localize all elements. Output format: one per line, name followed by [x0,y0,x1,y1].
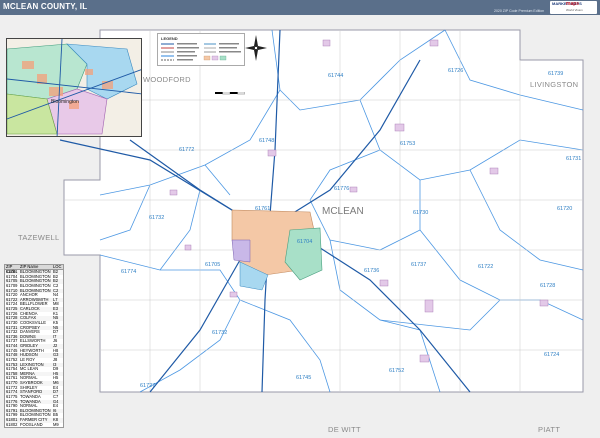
brand-logo: MARKET MAPS maps World Vision [550,1,597,14]
inset-map[interactable]: Bloomington [6,38,142,137]
zip-61705-area [231,239,251,263]
zip-label-61748[interactable]: 61748 [259,138,274,144]
zip-name-cell: FOOSLAND [20,422,43,427]
zip-label-61731[interactable]: 61731 [566,156,581,162]
zip-label-61737[interactable]: 61737 [411,262,426,268]
county-tazewell: TAZEWELL [18,233,59,242]
zip-label-61776[interactable]: 61776 [334,186,349,192]
title-bar: MCLEAN COUNTY, IL 2020 ZIP Code Premium … [0,0,600,15]
zip-label-61753[interactable]: 61753 [400,141,415,147]
header-name: ZIP Name [20,265,39,269]
map-title: MCLEAN COUNTY, IL [3,2,88,11]
zip-label-61744[interactable]: 61744 [328,73,343,79]
inset-canvas: Bloomington [7,39,141,136]
zip-code-cell: 61802 [6,421,18,427]
table-row[interactable]: 61802 FOOSLAND M9 [5,421,63,428]
zip-label-61736[interactable]: 61736 [364,268,379,274]
logo-line3: World Vision [566,8,583,12]
map-area[interactable]: WOODFORD LIVINGSTON TAZEWELL DE WITT PIA… [0,15,600,438]
zip-label-61704[interactable]: 61704 [297,239,312,245]
zip-label-61720[interactable]: 61720 [557,206,572,212]
scale-bar [215,82,246,95]
logo-line2: maps [566,1,580,7]
zip-label-61761[interactable]: 61761 [255,206,270,212]
zip-label-61705[interactable]: 61705 [205,262,220,268]
zip-label-61724[interactable]: 61724 [544,352,559,358]
zip-table-rows: 61701 BLOOMINGTON B2 61704 BLOOMINGTON B2 6170… [5,269,63,428]
legend-title: LEGEND [161,36,178,41]
zip-label-61732[interactable]: 61732 [149,215,164,221]
county-de-witt: DE WITT [328,425,361,434]
zip-code-index-table: ZIP Code ZIP Name LOC 61701 BLOOMINGTON B2… [4,264,64,429]
edition-label: 2020 ZIP Code Premium Edition [494,9,545,13]
zip-label-61774[interactable]: 61774 [121,269,136,275]
zip-label-61745[interactable]: 61745 [296,375,311,381]
zip-label-61730[interactable]: 61730 [413,210,428,216]
zip-label-61739[interactable]: 61739 [548,71,563,77]
inset-city-label: Bloomington [51,99,79,105]
county-woodford: WOODFORD [143,75,191,84]
compass-rose-icon [245,35,267,61]
zip-label-61726[interactable]: 61726 [448,68,463,74]
county-livingston: LIVINGSTON [530,80,578,89]
zip-label-61732b[interactable]: 61732 [212,330,227,336]
zip-label-61727[interactable]: 61727 [140,383,155,389]
county-piatt: PIATT [538,425,560,434]
map-frame: MCLEAN COUNTY, IL 2020 ZIP Code Premium … [0,0,600,438]
zip-label-61728[interactable]: 61728 [540,283,555,289]
legend: LEGEND [157,33,245,66]
zip-label-61772[interactable]: 61772 [179,147,194,153]
county-mclean: MCLEAN [322,206,364,217]
loc-cell: M9 [53,421,59,427]
zip-label-61722[interactable]: 61722 [478,264,493,270]
zip-label-61752[interactable]: 61752 [389,368,404,374]
